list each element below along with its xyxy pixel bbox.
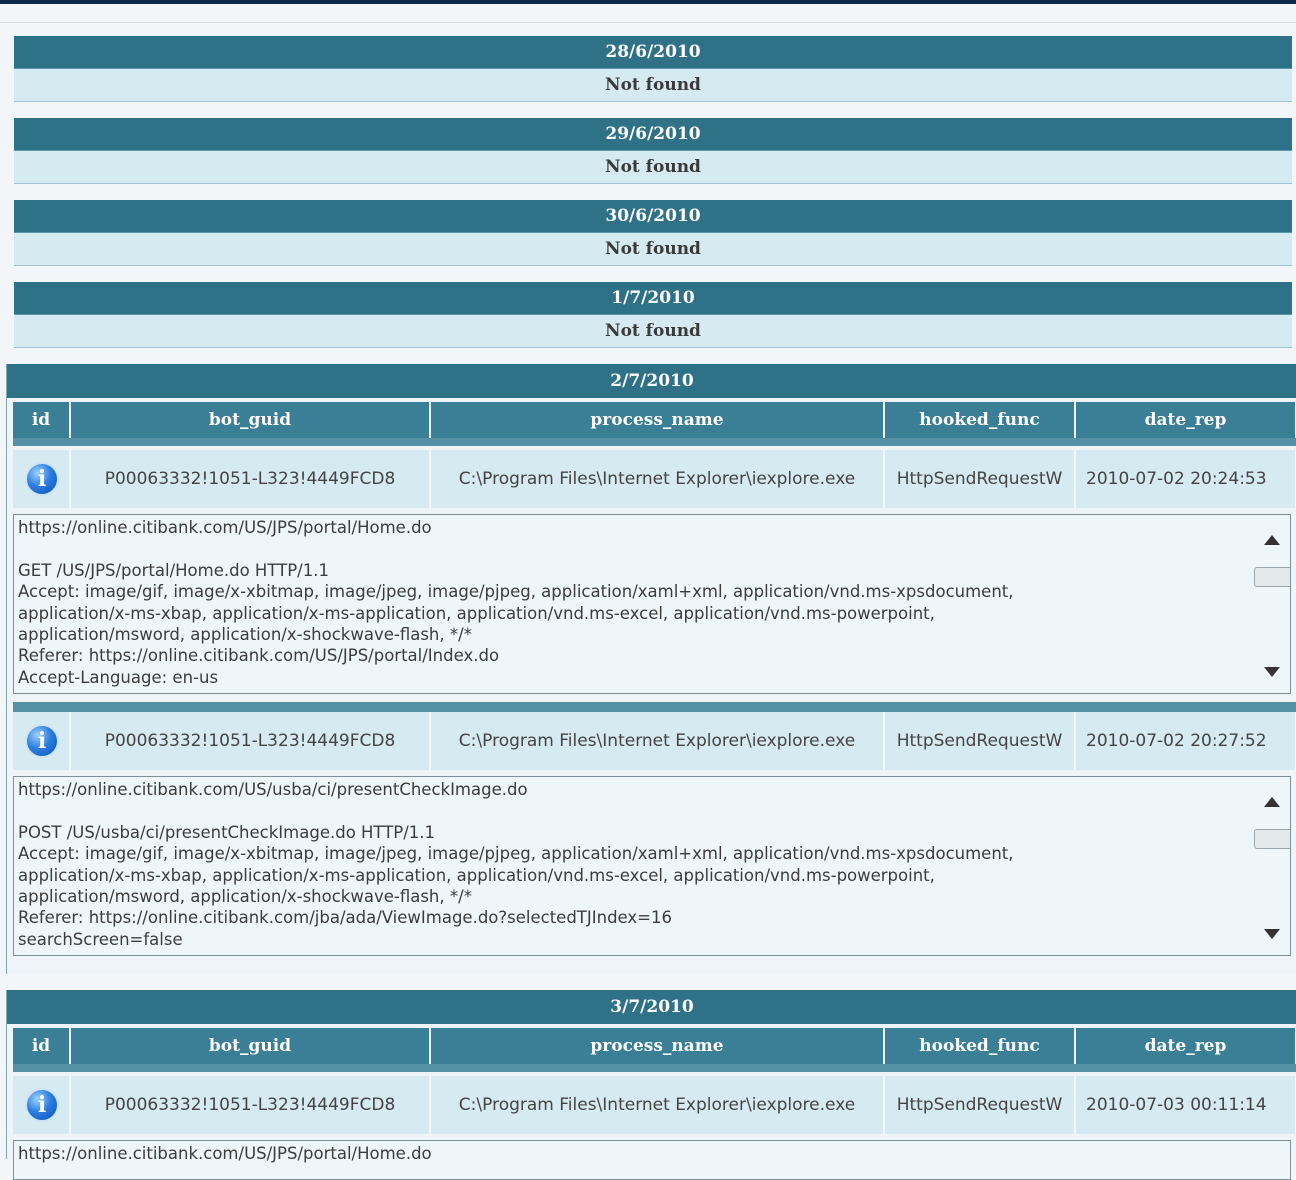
scroll-up-arrow-icon[interactable] (1264, 797, 1280, 807)
bot-guid-cell: P00063332!1051-L323!4449FCD8 (71, 1076, 431, 1134)
date-rep-cell: 2010-07-02 20:24:53 (1076, 450, 1296, 508)
info-icon[interactable]: i (25, 1088, 59, 1122)
table-header: id bot_guid process_name hooked_func dat… (13, 1028, 1296, 1064)
textarea-scrollbar[interactable] (1250, 777, 1290, 955)
date-rep-cell: 2010-07-03 00:11:14 (1076, 1076, 1296, 1134)
row-separator (13, 702, 1296, 712)
day-section-1: 3/7/2010 id bot_guid process_name hooked… (6, 990, 1296, 1180)
hooked-func-cell: HttpSendRequestW (885, 450, 1076, 508)
hooked-func-cell: HttpSendRequestW (885, 1076, 1076, 1134)
col-hooked-func[interactable]: hooked_func (885, 1028, 1076, 1064)
table-row: i P00063332!1051-L323!4449FCD8 C:\Progra… (13, 1076, 1296, 1134)
day-block-2: 30/6/2010 Not found (14, 200, 1292, 266)
top-divider (0, 22, 1296, 23)
bot-guid-cell: P00063332!1051-L323!4449FCD8 (71, 450, 431, 508)
records-table: id bot_guid process_name hooked_func dat… (13, 1028, 1296, 1134)
request-textarea[interactable]: https://online.citibank.com/US/JPS/porta… (13, 1140, 1291, 1180)
col-process-name[interactable]: process_name (431, 402, 885, 438)
day-status: Not found (14, 315, 1292, 348)
id-cell: i (13, 1076, 71, 1134)
day-status: Not found (14, 233, 1292, 266)
scroll-down-arrow-icon[interactable] (1264, 929, 1280, 939)
scroll-down-arrow-icon[interactable] (1264, 667, 1280, 677)
request-text: https://online.citibank.com/US/usba/ci/p… (18, 780, 1014, 949)
date-rep-cell: 2010-07-02 20:27:52 (1076, 712, 1296, 770)
col-id[interactable]: id (13, 402, 71, 438)
col-date-rep[interactable]: date_rep (1076, 402, 1296, 438)
request-text: https://online.citibank.com/US/JPS/porta… (18, 518, 1014, 687)
id-cell: i (13, 450, 71, 508)
scroll-thumb[interactable] (1254, 567, 1290, 587)
request-textarea[interactable]: https://online.citibank.com/US/usba/ci/p… (13, 776, 1291, 956)
day-date: 30/6/2010 (14, 200, 1292, 233)
info-icon[interactable]: i (25, 724, 59, 758)
table-header: id bot_guid process_name hooked_func dat… (13, 402, 1296, 438)
col-date-rep[interactable]: date_rep (1076, 1028, 1296, 1064)
section-date: 3/7/2010 (7, 990, 1296, 1024)
scroll-up-arrow-icon[interactable] (1264, 535, 1280, 545)
scroll-thumb[interactable] (1254, 829, 1290, 849)
day-status: Not found (14, 69, 1292, 102)
bot-guid-cell: P00063332!1051-L323!4449FCD8 (71, 712, 431, 770)
table-row: i P00063332!1051-L323!4449FCD8 C:\Progra… (13, 450, 1296, 508)
day-section-0: 2/7/2010 id bot_guid process_name hooked… (6, 364, 1296, 974)
section-date: 2/7/2010 (7, 364, 1296, 398)
col-process-name[interactable]: process_name (431, 1028, 885, 1064)
day-status: Not found (14, 151, 1292, 184)
col-hooked-func[interactable]: hooked_func (885, 402, 1076, 438)
day-date: 29/6/2010 (14, 118, 1292, 151)
info-icon[interactable]: i (25, 462, 59, 496)
day-block-0: 28/6/2010 Not found (14, 36, 1292, 102)
process-name-cell: C:\Program Files\Internet Explorer\iexpl… (431, 1076, 885, 1134)
textarea-scrollbar[interactable] (1250, 515, 1290, 693)
day-date: 28/6/2010 (14, 36, 1292, 69)
top-bar (0, 0, 1296, 4)
day-block-3: 1/7/2010 Not found (14, 282, 1292, 348)
header-separator (13, 438, 1296, 446)
request-text: https://online.citibank.com/US/JPS/porta… (18, 1144, 432, 1163)
records-table: id bot_guid process_name hooked_func dat… (13, 402, 1296, 508)
col-bot-guid[interactable]: bot_guid (71, 1028, 431, 1064)
process-name-cell: C:\Program Files\Internet Explorer\iexpl… (431, 712, 885, 770)
request-textarea[interactable]: https://online.citibank.com/US/JPS/porta… (13, 514, 1291, 694)
day-date: 1/7/2010 (14, 282, 1292, 315)
table-row: i P00063332!1051-L323!4449FCD8 C:\Progra… (13, 712, 1296, 770)
col-bot-guid[interactable]: bot_guid (71, 402, 431, 438)
id-cell: i (13, 712, 71, 770)
day-block-1: 29/6/2010 Not found (14, 118, 1292, 184)
col-id[interactable]: id (13, 1028, 71, 1064)
header-separator (13, 1064, 1296, 1072)
hooked-func-cell: HttpSendRequestW (885, 712, 1076, 770)
records-table: i P00063332!1051-L323!4449FCD8 C:\Progra… (13, 702, 1296, 770)
process-name-cell: C:\Program Files\Internet Explorer\iexpl… (431, 450, 885, 508)
